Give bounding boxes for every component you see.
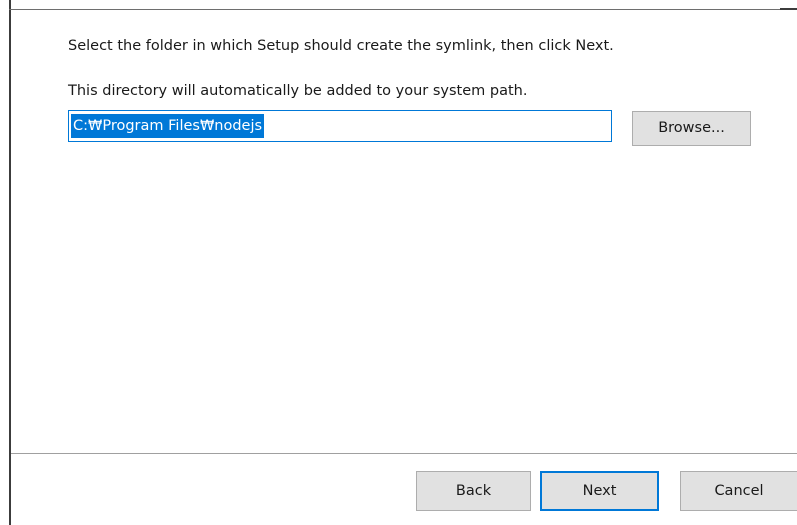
window-left-border: [9, 0, 11, 525]
install-path-selected-text: C:₩Program Files₩nodejs: [71, 114, 265, 138]
next-button[interactable]: Next: [540, 471, 659, 511]
cancel-button[interactable]: Cancel: [680, 471, 797, 511]
instruction-text: Select the folder in which Setup should …: [68, 38, 614, 54]
window-top-border-accent: [780, 8, 797, 10]
footer-divider: [11, 453, 797, 454]
setup-dialog: Select the folder in which Setup should …: [0, 0, 797, 525]
window-top-border: [9, 9, 797, 10]
system-path-note: This directory will automatically be add…: [68, 83, 528, 99]
browse-button[interactable]: Browse...: [632, 111, 751, 146]
install-path-input[interactable]: C:₩Program Files₩nodejs: [68, 110, 612, 142]
back-button[interactable]: Back: [416, 471, 531, 511]
